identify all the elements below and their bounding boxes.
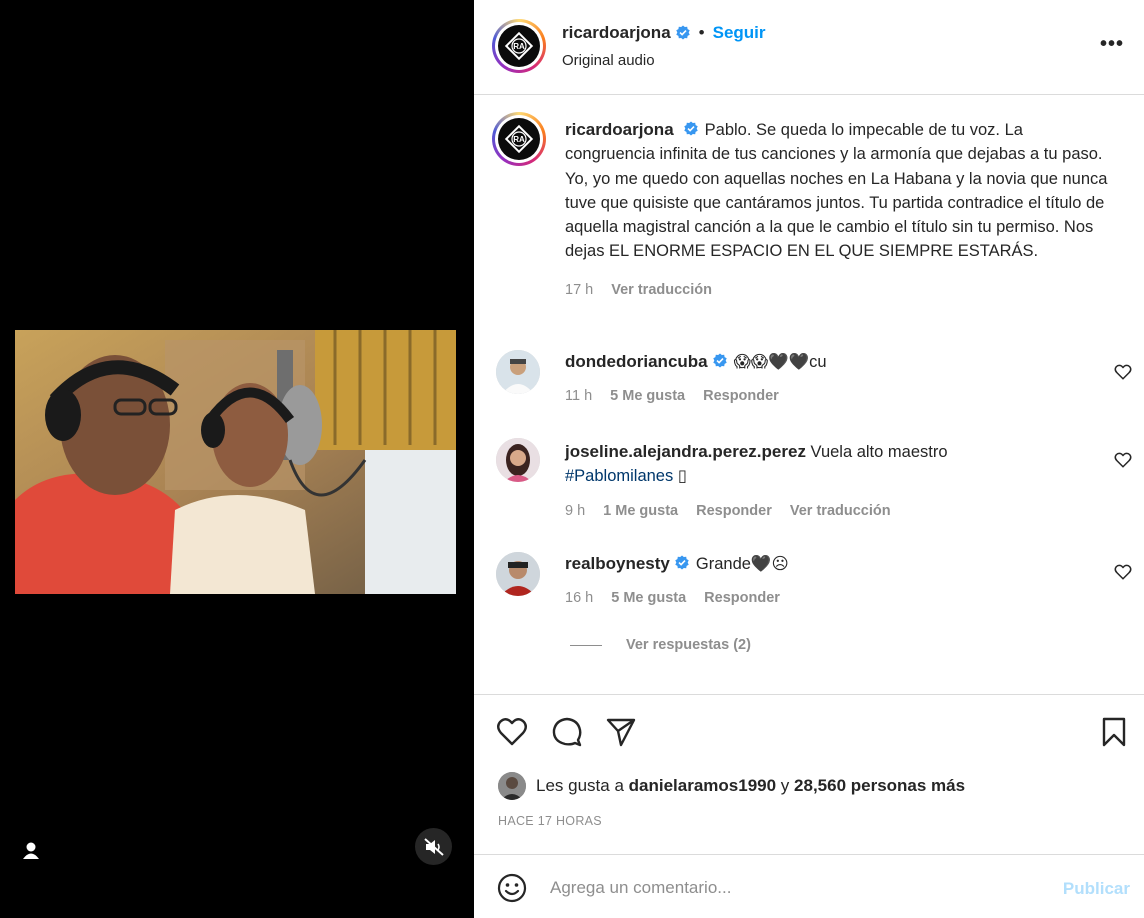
reply-button[interactable]: Responder [704, 586, 780, 610]
comment-body: realboynesty Grande🖤☹ 16 h 5 Me gusta Res… [565, 552, 1085, 611]
post-header: RA ricardoarjona • Seguir Original audio… [474, 0, 1144, 95]
add-comment-bar: Publicar [474, 855, 1144, 918]
caption-username[interactable]: ricardoarjona [565, 120, 674, 139]
comment-meta: 9 h 1 Me gusta Responder Ver traducción [565, 499, 1085, 523]
action-bar [474, 712, 1144, 752]
comment-meta: 11 h 5 Me gusta Responder [565, 384, 1085, 408]
liker-username[interactable]: danielaramos1990 [629, 776, 776, 796]
more-options-icon[interactable]: ••• [1100, 34, 1124, 54]
ra-logo-icon: RA [504, 124, 534, 154]
view-replies-label: Ver respuestas (2) [626, 637, 751, 653]
comment-avatar[interactable] [496, 552, 540, 596]
post-media[interactable] [0, 0, 474, 918]
caption-author-avatar[interactable]: RA [492, 112, 546, 166]
svg-text:RA: RA [513, 135, 525, 144]
speaker-muted-icon [423, 837, 444, 856]
svg-text:RA: RA [513, 42, 525, 51]
post-side-panel: RA ricardoarjona • Seguir Original audio… [474, 0, 1144, 918]
author-username[interactable]: ricardoarjona [562, 23, 671, 43]
likes-conj: y [780, 776, 790, 795]
follow-button[interactable]: Seguir [713, 23, 766, 43]
comment-avatar[interactable] [496, 438, 540, 482]
verified-badge-icon [712, 353, 727, 368]
comment-bubble-icon[interactable] [551, 716, 583, 748]
comment-time[interactable]: 11 h [565, 384, 592, 408]
reply-button[interactable]: Responder [703, 384, 779, 408]
comment-likes[interactable]: 5 Me gusta [610, 384, 685, 408]
comment-likes[interactable]: 5 Me gusta [611, 586, 686, 610]
comment-body: joseline.alejandra.perez.perez Vuela alt… [565, 440, 1085, 523]
comment-text: 😱😱🖤🖤cu [733, 353, 827, 371]
comment-username[interactable]: realboynesty [565, 554, 670, 573]
comment-trailing-glyph: ▯ [677, 467, 687, 486]
heart-icon[interactable] [1114, 451, 1132, 469]
verified-badge-icon [675, 25, 690, 40]
verified-badge-icon [675, 555, 689, 570]
emoji-smiley-icon[interactable] [496, 872, 528, 904]
caption-text: Pablo. Se queda lo impecable de tu voz. … [565, 121, 1108, 261]
comment-text: Grande🖤☹ [695, 555, 789, 573]
caption-meta: 17 h Ver traducción [565, 278, 1110, 302]
likes-prefix: Les gusta a [536, 776, 624, 795]
comments-list[interactable]: RA ricardoarjona Pablo. Se queda lo impec… [474, 96, 1144, 694]
separator-dot: • [698, 23, 705, 42]
replies-divider [570, 644, 602, 646]
author-avatar[interactable]: RA [492, 19, 546, 73]
comment-body: dondedoriancuba 😱😱🖤🖤cu 11 h 5 Me gusta Re… [565, 350, 1085, 409]
publish-button[interactable]: Publicar [1063, 879, 1130, 899]
comment-time[interactable]: 9 h [565, 499, 585, 523]
comment-input[interactable] [550, 874, 1030, 902]
view-replies-button[interactable]: Ver respuestas (2) [570, 637, 751, 653]
comment-likes[interactable]: 1 Me gusta [603, 499, 678, 523]
comment-username[interactable]: dondedoriancuba [565, 352, 708, 371]
heart-icon[interactable] [1114, 363, 1132, 381]
mute-toggle-button[interactable] [415, 828, 452, 865]
comment-meta: 16 h 5 Me gusta Responder [565, 586, 1085, 610]
video-still-image [15, 330, 456, 594]
audio-label[interactable]: Original audio [562, 52, 655, 69]
paper-plane-icon[interactable] [605, 716, 637, 748]
post-timestamp[interactable]: HACE 17 HORAS [498, 814, 602, 828]
heart-icon[interactable] [1114, 563, 1132, 581]
ra-logo-icon: RA [504, 31, 534, 61]
divider [474, 694, 1144, 695]
likes-summary[interactable]: Les gusta a danielaramos1990 y 28,560 pe… [498, 772, 965, 800]
caption-time[interactable]: 17 h [565, 278, 593, 302]
comment-time[interactable]: 16 h [565, 586, 593, 610]
heart-icon[interactable] [496, 716, 528, 748]
comment-hashtag[interactable]: #Pablomilanes [565, 467, 673, 485]
caption: ricardoarjona Pablo. Se queda lo impecabl… [565, 118, 1110, 302]
tagged-user-icon[interactable] [20, 840, 42, 862]
liker-avatar[interactable] [498, 772, 526, 800]
bookmark-icon[interactable] [1098, 716, 1130, 748]
video-frame[interactable] [15, 330, 456, 594]
verified-badge-icon [683, 121, 698, 136]
comment-translate-link[interactable]: Ver traducción [790, 499, 891, 523]
likes-count[interactable]: 28,560 personas más [794, 776, 965, 796]
comment-avatar[interactable] [496, 350, 540, 394]
comment-username[interactable]: joseline.alejandra.perez.perez [565, 442, 806, 461]
caption-translate-link[interactable]: Ver traducción [611, 278, 712, 302]
reply-button[interactable]: Responder [696, 499, 772, 523]
comment-text: Vuela alto maestro [810, 443, 948, 461]
